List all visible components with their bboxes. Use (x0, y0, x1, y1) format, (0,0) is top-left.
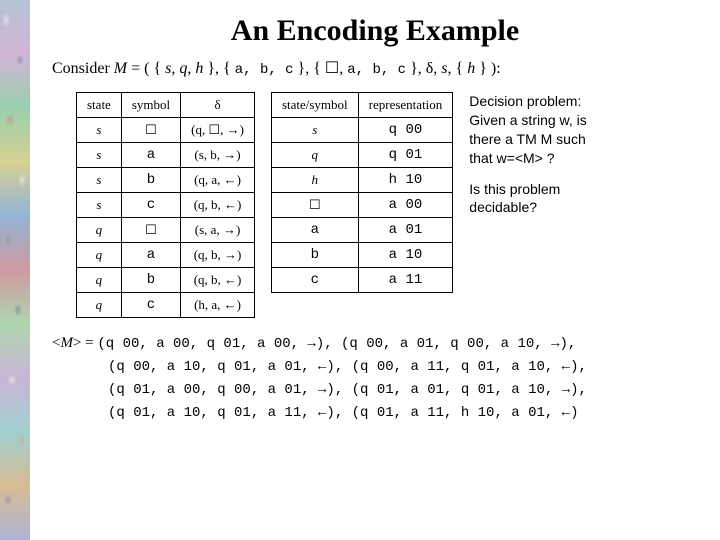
m-line-4: (q 01, a 10, q 01, a 11, ←), (q 01, a 11… (108, 405, 578, 421)
page-title: An Encoding Example (48, 14, 702, 48)
table-row: ba 10 (271, 243, 452, 268)
col-symbol: symbol (121, 93, 180, 118)
table-row: qc(h, a, ←) (77, 293, 255, 318)
encoding-output: <M> = (q 00, a 00, q 01, a 00, →), (q 00… (52, 332, 702, 424)
slide-body: An Encoding Example Consider M = ( { s, … (30, 0, 720, 540)
table-row: ☐a 00 (271, 193, 452, 218)
decision-problem: Decision problem: Given a string w, is t… (469, 92, 599, 168)
table-row: sq 00 (271, 118, 452, 143)
table-row: sb(q, a, ←) (77, 168, 255, 193)
table-row: qq 01 (271, 143, 452, 168)
m-line-1: (q 00, a 00, q 01, a 00, →), (q 00, a 01… (97, 336, 576, 352)
table-row: sc(q, b, ←) (77, 193, 255, 218)
question-block: Decision problem: Given a string w, is t… (469, 92, 599, 229)
decidable-question: Is this problem decidable? (469, 180, 599, 218)
m-line-3: (q 01, a 00, q 00, a 01, →), (q 01, a 01… (108, 382, 587, 398)
table-row: s☐(q, ☐, →) (77, 118, 255, 143)
representation-table: state/symbol representation sq 00 qq 01 … (271, 92, 453, 293)
table-row: sa(s, b, →) (77, 143, 255, 168)
col-rep: representation (358, 93, 453, 118)
m-line-2: (q 00, a 10, q 01, a 01, ←), (q 00, a 11… (108, 359, 587, 375)
table-row: aa 01 (271, 218, 452, 243)
delta-table: state symbol δ s☐(q, ☐, →) sa(s, b, →) s… (76, 92, 255, 318)
table-row: qa(q, b, →) (77, 243, 255, 268)
table-row: ca 11 (271, 268, 452, 293)
col-state: state (77, 93, 122, 118)
table-row: q☐(s, a, →) (77, 218, 255, 243)
definition-line: Consider M = ( { s, q, h }, { a, b, c },… (52, 58, 702, 78)
col-delta: δ (181, 93, 255, 118)
col-statesym: state/symbol (271, 93, 358, 118)
table-row: hh 10 (271, 168, 452, 193)
table-row: qb(q, b, ←) (77, 268, 255, 293)
decorative-strip (0, 0, 30, 540)
